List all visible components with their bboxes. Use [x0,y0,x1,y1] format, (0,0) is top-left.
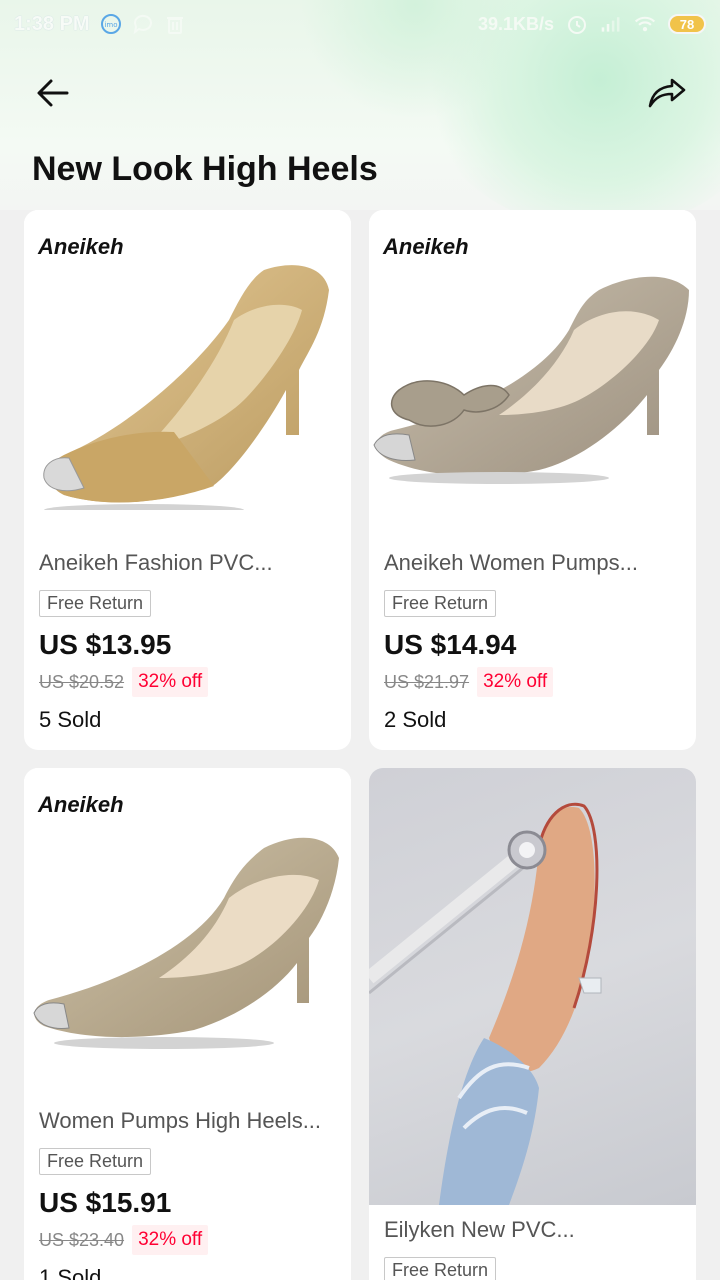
product-card[interactable]: Aneikeh Aneikeh Women Pumps... Free Retu… [369,210,696,750]
sold-count: 5 Sold [39,707,102,732]
product-card[interactable]: Eilyken New PVC... Free Return [369,768,696,1280]
product-grid: Aneikeh Aneikeh Fashion PVC... Free Retu… [24,210,697,1280]
svg-text:imo: imo [104,21,117,29]
back-button[interactable] [30,70,76,116]
product-price: US $13.95 [39,629,172,660]
product-image: Aneikeh [369,210,696,510]
battery-indicator: 78 [668,14,706,34]
status-bar: 1:38 PM imo 39.1KB/s 78 [0,0,720,48]
chat-bubble-icon [132,13,154,35]
trash-icon [164,13,186,35]
alarm-icon [566,13,588,35]
page-title: New Look High Heels [32,150,378,188]
original-price: US $20.52 [39,671,125,692]
status-time: 1:38 PM [14,12,90,35]
share-arrow-icon [648,78,686,108]
network-speed: 39.1KB/s [477,13,554,34]
product-title: Women Pumps High Heels... [39,1108,322,1133]
free-return-badge: Free Return [384,590,497,617]
share-button[interactable] [644,70,690,116]
free-return-badge: Free Return [384,1257,497,1280]
original-price: US $23.40 [39,1229,125,1250]
free-return-badge: Free Return [39,590,152,617]
original-price: US $21.97 [384,671,470,692]
back-arrow-icon [37,79,69,107]
free-return-badge: Free Return [39,1148,152,1175]
product-card[interactable]: Aneikeh Aneikeh Fashion PVC... Free Retu… [24,210,351,750]
product-title: Eilyken New PVC... [384,1217,575,1242]
sold-count: 1 Sold [39,1265,102,1280]
product-title: Aneikeh Fashion PVC... [39,550,273,575]
discount-badge: 32% off [132,1225,209,1255]
product-price: US $14.94 [384,629,517,660]
wifi-icon [634,13,656,35]
product-image: Aneikeh [24,768,351,1068]
product-image: Aneikeh [24,210,351,510]
product-price: US $15.91 [39,1187,172,1218]
discount-badge: 32% off [477,667,554,697]
discount-badge: 32% off [132,667,209,697]
sold-count: 2 Sold [384,707,447,732]
nav-bar [0,64,720,120]
signal-icon [600,13,622,35]
product-title: Aneikeh Women Pumps... [384,550,638,575]
imo-icon: imo [100,13,122,35]
product-card[interactable]: Aneikeh Women Pumps High Heels... Free R… [24,768,351,1280]
product-image [369,768,696,1205]
